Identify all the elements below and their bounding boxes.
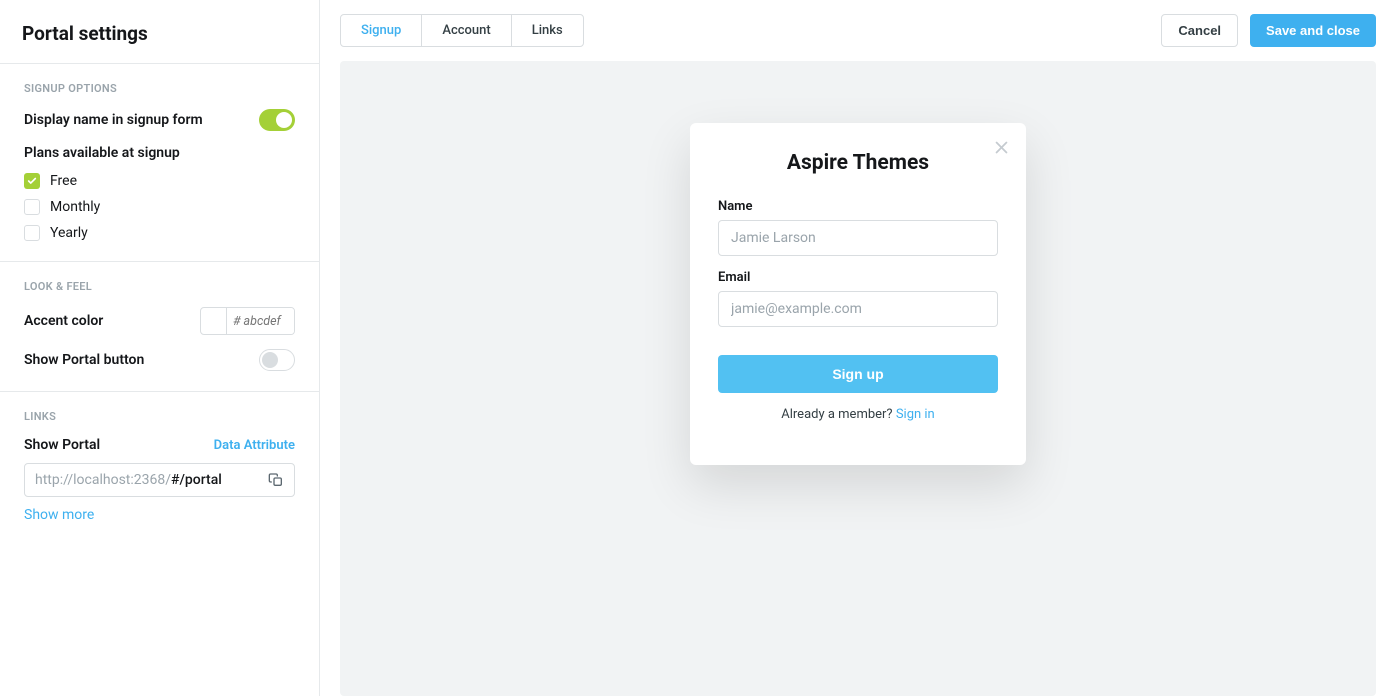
show-more-link[interactable]: Show more <box>24 507 295 523</box>
tab-links[interactable]: Links <box>512 15 583 46</box>
sidebar: Portal settings SIGNUP OPTIONS Display n… <box>0 0 320 696</box>
accent-color-input[interactable] <box>227 308 294 334</box>
name-field-label: Name <box>718 199 998 214</box>
plan-yearly-checkbox[interactable] <box>24 225 40 241</box>
plan-monthly-row: Monthly <box>24 199 295 215</box>
links-header-row: Show Portal Data Attribute <box>24 437 295 453</box>
signin-link[interactable]: Sign in <box>896 407 935 422</box>
close-icon[interactable] <box>993 139 1010 160</box>
section-title-links: LINKS <box>24 410 295 423</box>
preview-card: Aspire Themes Name Email Sign up Already… <box>690 123 1026 465</box>
plans-label: Plans available at signup <box>24 145 295 161</box>
accent-color-input-group <box>200 307 295 335</box>
accent-color-label: Accent color <box>24 313 103 329</box>
preview-brand-title: Aspire Themes <box>718 151 998 175</box>
plan-yearly-row: Yearly <box>24 225 295 241</box>
display-name-toggle[interactable] <box>259 109 295 131</box>
plan-free-checkbox[interactable] <box>24 173 40 189</box>
section-title-lookfeel: LOOK & FEEL <box>24 280 295 293</box>
signup-button[interactable]: Sign up <box>718 355 998 393</box>
name-input[interactable] <box>718 220 998 256</box>
sidebar-header: Portal settings <box>0 0 319 64</box>
accent-color-swatch[interactable] <box>201 308 227 334</box>
section-signup-options: SIGNUP OPTIONS Display name in signup fo… <box>0 64 319 262</box>
section-look-feel: LOOK & FEEL Accent color Show Portal but… <box>0 262 319 392</box>
portal-url-hash: #/portal <box>171 472 222 488</box>
save-button[interactable]: Save and close <box>1250 14 1376 47</box>
row-accent-color: Accent color <box>24 307 295 335</box>
email-field-label: Email <box>718 270 998 285</box>
section-links: LINKS Show Portal Data Attribute http://… <box>0 392 319 543</box>
row-portal-button: Show Portal button <box>24 349 295 371</box>
display-name-label: Display name in signup form <box>24 112 203 128</box>
section-title-signup: SIGNUP OPTIONS <box>24 82 295 95</box>
copy-icon[interactable] <box>268 472 284 488</box>
portal-url-box: http://localhost:2368/#/portal <box>24 463 295 497</box>
data-attribute-link[interactable]: Data Attribute <box>214 438 295 453</box>
preview-area: Aspire Themes Name Email Sign up Already… <box>340 61 1376 696</box>
tab-account[interactable]: Account <box>422 15 511 46</box>
plan-monthly-label: Monthly <box>50 199 100 215</box>
main-area: Signup Account Links Cancel Save and clo… <box>320 0 1400 696</box>
portal-button-toggle[interactable] <box>259 349 295 371</box>
already-member-prefix: Already a member? <box>781 407 896 422</box>
tab-signup[interactable]: Signup <box>341 15 422 46</box>
row-display-name: Display name in signup form <box>24 109 295 131</box>
email-input[interactable] <box>718 291 998 327</box>
segment-tabs: Signup Account Links <box>340 14 584 47</box>
topbar: Signup Account Links Cancel Save and clo… <box>340 14 1376 47</box>
already-member-text: Already a member? Sign in <box>718 407 998 422</box>
plan-free-row: Free <box>24 173 295 189</box>
portal-button-label: Show Portal button <box>24 352 144 368</box>
page-title: Portal settings <box>22 22 295 45</box>
plan-yearly-label: Yearly <box>50 225 88 241</box>
portal-url-text: http://localhost:2368/#/portal <box>35 472 268 488</box>
check-icon <box>27 176 37 186</box>
plan-monthly-checkbox[interactable] <box>24 199 40 215</box>
portal-url-prefix: http://localhost:2368/ <box>35 472 171 488</box>
cancel-button[interactable]: Cancel <box>1161 14 1238 47</box>
plan-free-label: Free <box>50 173 77 189</box>
top-actions: Cancel Save and close <box>1161 14 1376 47</box>
show-portal-label: Show Portal <box>24 437 100 453</box>
